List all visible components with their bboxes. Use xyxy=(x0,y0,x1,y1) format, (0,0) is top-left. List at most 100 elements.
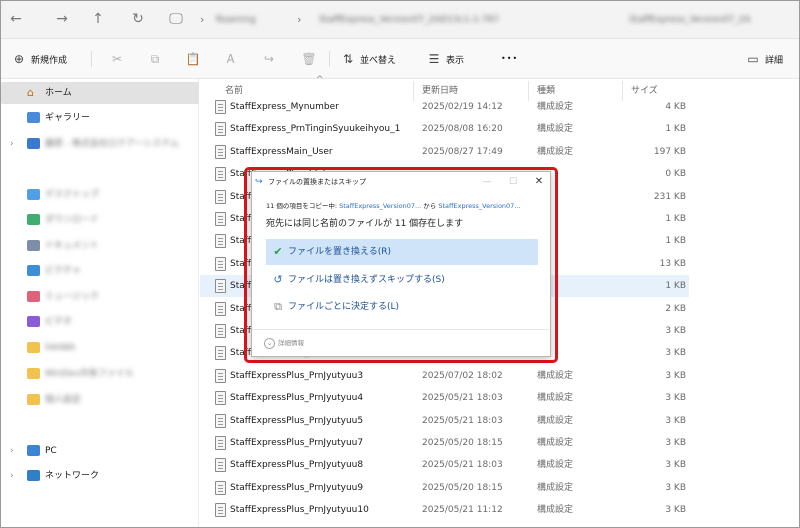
sidebar-item-onedrive[interactable]: › 藤原 - 株式会社ロクアーシステム xyxy=(1,133,199,155)
copy-count-text: 11 個の項目をコピー中: xyxy=(266,202,340,210)
sort-button[interactable]: ⇅ 並べ替え xyxy=(340,49,396,69)
file-name: StaffExpressPlus_PrnJyutyuu5 xyxy=(230,415,364,426)
config-file-icon xyxy=(215,301,226,316)
file-explorer-window: ← → ↑ ↻ 🖵 › Roaming › StaffExpress_Versi… xyxy=(0,0,800,528)
up-icon[interactable]: ↑ xyxy=(87,9,109,29)
file-type: 構成設定 xyxy=(537,438,574,448)
option-label: ファイルは置き換えずスキップする(S) xyxy=(288,275,445,285)
chevron-right-icon[interactable]: › xyxy=(10,465,14,487)
file-size: 3 KB xyxy=(665,393,686,404)
sidebar-item-videos[interactable]: ビデオ xyxy=(1,311,199,333)
file-name: StaffExpressPlus_PrnJyutyuu4 xyxy=(230,393,364,404)
new-button[interactable]: ⊕ 新規作成 xyxy=(11,49,67,69)
file-size: 3 KB xyxy=(665,438,686,448)
view-button[interactable]: ☰ 表示 xyxy=(426,49,464,69)
chevron-right-icon[interactable]: › xyxy=(10,440,14,462)
sidebar-item-label: HAIWA xyxy=(45,343,76,353)
share-icon[interactable]: ↪ xyxy=(259,49,279,69)
file-date: 2025/05/21 11:12 xyxy=(422,505,503,516)
file-type: 構成設定 xyxy=(537,370,574,381)
close-button[interactable]: ✕ xyxy=(530,172,548,192)
folder-icon xyxy=(27,368,40,379)
destination-folder-link[interactable]: StaffExpress_Version07... xyxy=(438,202,520,210)
replace-files-option[interactable]: ✔ ファイルを置き換える(R) xyxy=(266,239,538,265)
address-bar: ← → ↑ ↻ 🖵 › Roaming › StaffExpress_Versi… xyxy=(1,1,799,39)
sidebar-item-folder-2[interactable]: WinDev共有ファイル xyxy=(1,363,199,385)
sidebar-item-pictures[interactable]: ピクチャ xyxy=(1,260,199,282)
pc-icon[interactable]: 🖵 xyxy=(165,9,187,29)
file-name: StaffExpressMain_User xyxy=(230,146,333,157)
more-details-label: 詳細情報 xyxy=(278,339,304,347)
sidebar-item-gallery[interactable]: ギャラリー xyxy=(1,107,199,129)
file-date: 2025/08/27 17:49 xyxy=(422,146,503,157)
config-file-icon xyxy=(215,189,226,204)
folder-icon xyxy=(27,342,40,353)
file-row[interactable]: StaffExpressPlus_PrnJyutyuu8 2025/05/21 1… xyxy=(200,454,689,476)
copy-icon[interactable]: ⧉ xyxy=(145,49,165,69)
dialog-titlebar[interactable]: ↪ ファイルの置換またはスキップ — ☐ ✕ xyxy=(252,172,550,192)
file-row[interactable]: StaffExpressPlus_PrnJyutyuu4 2025/05/21 1… xyxy=(200,387,689,409)
file-row[interactable]: StaffExpressPlus_PrnJyutyuu5 2025/05/21 1… xyxy=(200,410,689,432)
dialog-headline: 宛先には同じ名前のファイルが 11 個存在します xyxy=(266,219,464,229)
file-date: 2025/05/20 18:15 xyxy=(422,482,503,493)
network-icon xyxy=(27,470,40,481)
search-input[interactable]: StaffExpress_Version07_2A xyxy=(629,1,751,39)
file-row[interactable]: StaffExpressMain_User 2025/08/27 17:49 構成設… xyxy=(200,141,689,163)
video-icon xyxy=(27,316,40,327)
more-options-button[interactable]: ••• xyxy=(501,49,518,69)
sidebar-item-label: PC xyxy=(45,446,57,456)
path-segment-folder[interactable]: StaffExpress_Version07_2AD13c1-1-787 xyxy=(319,1,499,39)
maximize-button[interactable]: ☐ xyxy=(504,172,522,192)
refresh-icon[interactable]: ↻ xyxy=(127,9,149,29)
desktop-icon xyxy=(27,189,40,200)
document-icon xyxy=(27,240,40,251)
sidebar-item-downloads[interactable]: ダウンロード xyxy=(1,209,199,231)
file-row[interactable]: StaffExpress_Mynumber 2025/02/19 14:12 構成設… xyxy=(200,96,689,118)
decide-each-option[interactable]: ⧉ ファイルごとに決定する(L) xyxy=(266,294,538,320)
file-size: 3 KB xyxy=(665,482,686,493)
source-folder-link[interactable]: StaffExpress_Version07... xyxy=(339,202,421,210)
file-row[interactable]: StaffExpressPlus_PrnJyutyuu9 2025/05/20 1… xyxy=(200,477,689,499)
paste-icon[interactable]: 📋 xyxy=(183,49,203,69)
file-size: 4 KB xyxy=(665,102,686,112)
path-separator: › xyxy=(297,13,302,26)
cut-icon[interactable]: ✂ xyxy=(107,49,127,69)
file-row[interactable]: StaffExpressPlus_PrnJyutyuu7 2025/05/20 1… xyxy=(200,432,689,454)
file-size: 197 KB xyxy=(653,146,686,157)
file-date: 2025/02/19 14:12 xyxy=(422,102,503,112)
sidebar-item-home[interactable]: ⌂ ホーム xyxy=(1,82,199,104)
download-icon xyxy=(27,214,40,225)
toolbar-divider xyxy=(91,51,92,67)
path-segment-roaming[interactable]: Roaming xyxy=(216,1,256,39)
option-label: ファイルを置き換える(R) xyxy=(288,247,392,257)
sidebar-item-pc[interactable]: › PC xyxy=(1,440,199,462)
file-row[interactable]: StaffExpressPlus_PrnJyutyuu10 2025/05/21 … xyxy=(200,499,689,521)
gallery-icon xyxy=(27,112,40,123)
config-file-icon xyxy=(215,480,226,495)
details-pane-button[interactable]: ▭ 詳細 xyxy=(745,49,783,69)
skip-files-option[interactable]: ↺ ファイルは置き換えずスキップする(S) xyxy=(266,267,538,293)
view-button-label: 表示 xyxy=(446,56,465,66)
picture-icon xyxy=(27,265,40,276)
file-row[interactable]: StaffExpressPlus_PrnJyutyuu3 2025/07/02 1… xyxy=(200,365,689,387)
delete-icon[interactable]: 🗑 xyxy=(299,49,319,69)
file-size: 3 KB xyxy=(665,370,686,381)
home-icon: ⌂ xyxy=(27,86,34,99)
more-details-toggle[interactable]: ⌄ 詳細情報 xyxy=(264,336,304,350)
file-row[interactable]: StaffExpress_PrnTinginSyuukeihyou_1 2025/… xyxy=(200,118,689,140)
sidebar-item-network[interactable]: › ネットワーク xyxy=(1,465,199,487)
new-button-label: 新規作成 xyxy=(31,56,68,66)
config-file-icon xyxy=(215,100,226,114)
back-icon[interactable]: ← xyxy=(5,9,27,29)
sidebar-item-documents[interactable]: ドキュメント xyxy=(1,235,199,257)
checkmark-icon: ✔ xyxy=(273,245,283,258)
sidebar-item-folder-1[interactable]: HAIWA xyxy=(1,337,199,359)
minimize-button[interactable]: — xyxy=(478,172,496,192)
sidebar-item-desktop[interactable]: デスクトップ xyxy=(1,184,199,206)
chevron-right-icon[interactable]: › xyxy=(10,133,14,155)
sidebar-item-folder-3[interactable]: 個人設定 xyxy=(1,389,199,411)
file-name: StaffExpressPlus_PrnJyutyuu10 xyxy=(230,505,369,516)
forward-icon[interactable]: → xyxy=(51,9,73,29)
rename-icon[interactable]: Ꭺ xyxy=(221,49,241,69)
sidebar-item-music[interactable]: ミュージック xyxy=(1,286,199,308)
